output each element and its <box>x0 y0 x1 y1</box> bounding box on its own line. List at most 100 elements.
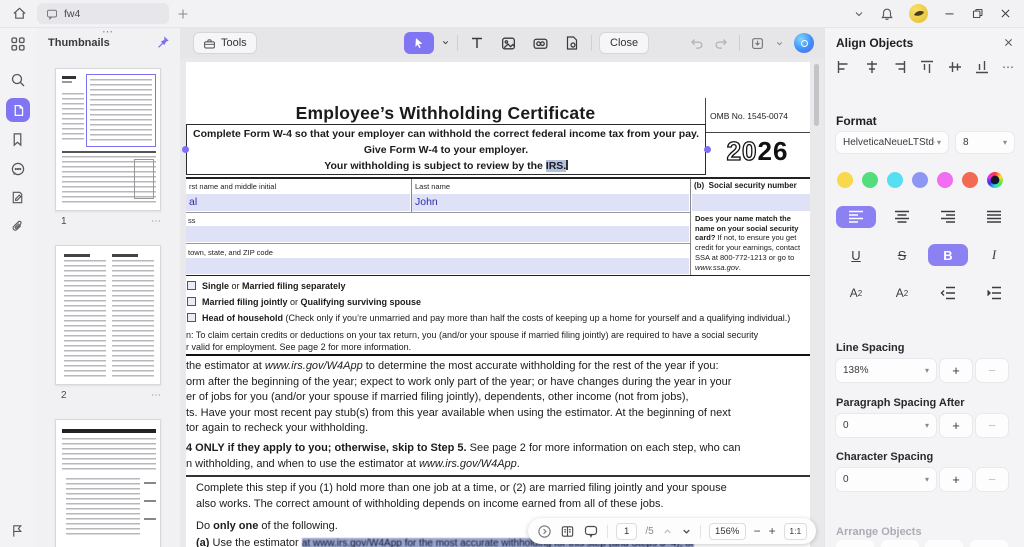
ssn-field[interactable] <box>692 194 811 211</box>
strikethrough-button[interactable]: S <box>882 244 922 266</box>
color-swatch-green[interactable] <box>862 172 878 188</box>
decrease-indent-button[interactable] <box>928 282 968 304</box>
undo-icon[interactable] <box>689 36 704 51</box>
restore-icon[interactable] <box>971 7 984 20</box>
annotations-file-icon[interactable] <box>10 190 26 206</box>
page-thumbnail-1[interactable] <box>55 68 161 211</box>
user-avatar[interactable] <box>909 4 928 23</box>
align-left-icon[interactable] <box>836 59 852 75</box>
link-tool-icon[interactable] <box>528 35 553 52</box>
color-swatch-red[interactable] <box>962 172 978 188</box>
new-tab-icon[interactable] <box>177 8 189 20</box>
ai-assistant-icon[interactable] <box>794 33 814 53</box>
character-spacing-increase-button[interactable]: + <box>940 468 972 491</box>
page-number-input[interactable]: 1 <box>616 523 637 540</box>
chevron-down-icon[interactable] <box>853 8 865 20</box>
bookmark-icon[interactable] <box>10 132 26 148</box>
color-swatch-cyan[interactable] <box>887 172 903 188</box>
last-name-field[interactable] <box>412 194 689 211</box>
address-field[interactable] <box>186 226 689 242</box>
select-tool-button[interactable] <box>404 32 434 54</box>
save-icon[interactable] <box>750 36 765 51</box>
grid-apps-icon[interactable] <box>10 36 26 52</box>
line-spacing-decrease-button[interactable]: − <box>976 359 1008 382</box>
attachment-paperclip-icon[interactable] <box>10 219 26 235</box>
paragraph-spacing-decrease-button[interactable]: − <box>976 414 1008 437</box>
page-thumbnail-3[interactable] <box>55 419 161 547</box>
tools-button[interactable]: Tools <box>193 32 257 54</box>
previous-page-icon[interactable] <box>662 526 673 537</box>
arrange-button-1[interactable] <box>836 540 874 547</box>
text-align-left-button[interactable] <box>836 206 876 228</box>
notification-bell-icon[interactable] <box>880 7 894 21</box>
pin-panel-icon[interactable] <box>156 35 170 54</box>
zoom-level[interactable]: 156% <box>709 523 746 540</box>
arrange-button-3[interactable] <box>925 540 963 547</box>
color-wheel-picker[interactable] <box>987 172 1003 188</box>
line-spacing-increase-button[interactable]: + <box>940 359 972 382</box>
color-swatch-periwinkle[interactable] <box>912 172 928 188</box>
character-spacing-decrease-button[interactable]: − <box>976 468 1008 491</box>
pdf-page[interactable]: Employee’s Withholding Certificate OMB N… <box>186 62 810 547</box>
text-align-right-button[interactable] <box>928 206 968 228</box>
thumbnails-panel-button[interactable] <box>6 98 30 122</box>
actual-size-button[interactable]: 1:1 <box>784 523 807 540</box>
selection-handle-left[interactable] <box>182 146 189 153</box>
minimize-icon[interactable] <box>943 7 956 20</box>
align-middle-vertical-icon[interactable] <box>947 59 963 75</box>
comments-icon[interactable] <box>10 161 26 177</box>
search-icon[interactable] <box>10 72 26 88</box>
page-layout-icon[interactable] <box>560 524 575 539</box>
redo-icon[interactable] <box>714 36 729 51</box>
underline-button[interactable]: U <box>836 244 876 266</box>
line-spacing-select[interactable]: 138%▾ <box>836 359 936 382</box>
document-tab[interactable]: fw4 <box>37 3 169 24</box>
align-right-icon[interactable] <box>891 59 907 75</box>
checkbox-married-jointly[interactable] <box>187 297 196 306</box>
city-field[interactable] <box>186 258 689 274</box>
text-align-justify-button[interactable] <box>974 206 1014 228</box>
paragraph-spacing-select[interactable]: 0▾ <box>836 414 936 437</box>
arrange-button-2[interactable] <box>881 540 919 547</box>
page-settings-tool-icon[interactable] <box>560 35 584 51</box>
home-icon[interactable] <box>12 6 27 21</box>
first-name-field[interactable] <box>186 194 410 211</box>
page-thumbnail-2[interactable] <box>55 245 161 385</box>
comment-mode-icon[interactable] <box>583 523 599 539</box>
color-swatch-yellow[interactable] <box>837 172 853 188</box>
read-mode-flag-icon[interactable] <box>10 523 26 539</box>
page-more-icon[interactable]: ⋯ <box>151 390 161 401</box>
add-image-tool-icon[interactable] <box>496 35 521 52</box>
expand-bar-icon[interactable] <box>537 524 552 539</box>
close-panel-icon[interactable] <box>1003 35 1014 53</box>
font-size-select[interactable]: 8▾ <box>956 132 1014 153</box>
vertical-scrollbar[interactable] <box>814 64 819 126</box>
align-bottom-icon[interactable] <box>974 59 990 75</box>
color-swatch-magenta[interactable] <box>937 172 953 188</box>
select-tool-dropdown-icon[interactable] <box>441 34 450 52</box>
checkbox-single[interactable] <box>187 281 196 290</box>
next-page-icon[interactable] <box>681 526 692 537</box>
align-center-horizontal-icon[interactable] <box>864 59 880 75</box>
subscript-button[interactable]: A2 <box>882 282 922 304</box>
add-text-tool-icon[interactable] <box>465 35 489 51</box>
checkbox-head-of-household[interactable] <box>187 313 196 322</box>
intro-textbox[interactable]: Complete Form W-4 so that your employer … <box>186 124 706 175</box>
paragraph-spacing-increase-button[interactable]: + <box>940 414 972 437</box>
close-edit-button[interactable]: Close <box>599 32 649 54</box>
selection-handle-right[interactable] <box>704 146 711 153</box>
align-top-icon[interactable] <box>919 59 935 75</box>
increase-indent-button[interactable] <box>974 282 1014 304</box>
zoom-in-icon[interactable]: + <box>769 524 776 538</box>
bold-button[interactable]: B <box>928 244 968 266</box>
close-window-icon[interactable] <box>999 7 1012 20</box>
superscript-button[interactable]: A2 <box>836 282 876 304</box>
character-spacing-select[interactable]: 0▾ <box>836 468 936 491</box>
italic-button[interactable]: I <box>974 244 1014 266</box>
zoom-out-icon[interactable]: − <box>754 524 761 538</box>
arrange-button-4[interactable] <box>970 540 1008 547</box>
more-align-options-icon[interactable]: ⋯ <box>1002 60 1014 74</box>
page-more-icon[interactable]: ⋯ <box>151 216 161 227</box>
save-dropdown-icon[interactable] <box>775 39 784 48</box>
font-family-select[interactable]: HelveticaNeueLTStd-Bd▾ <box>836 132 948 153</box>
